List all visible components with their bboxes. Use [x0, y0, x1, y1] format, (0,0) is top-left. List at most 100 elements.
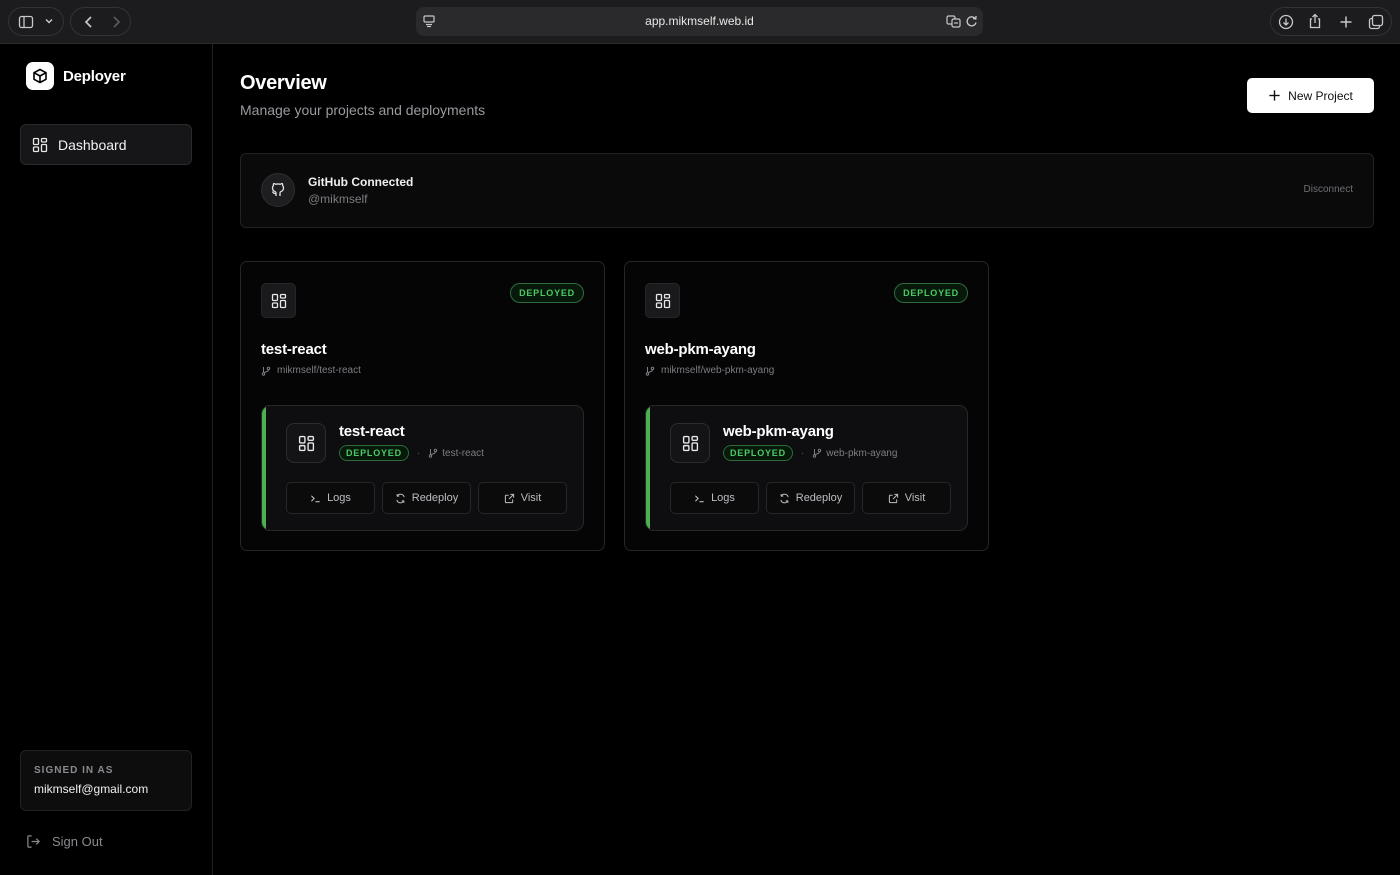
plus-icon [1268, 89, 1281, 102]
disconnect-button[interactable]: Disconnect [1304, 184, 1353, 195]
sign-out-label: Sign Out [52, 833, 103, 849]
external-link-icon [504, 493, 515, 504]
share-icon[interactable] [1307, 13, 1323, 29]
url-text[interactable]: app.mikmself.web.id [416, 14, 983, 28]
redeploy-button[interactable]: Redeploy [766, 482, 855, 514]
forward-arrow-icon[interactable] [108, 14, 124, 30]
brand-logo [26, 62, 54, 90]
visit-label: Visit [904, 492, 926, 504]
github-avatar [261, 173, 295, 207]
project-card[interactable]: DEPLOYED test-react mikmself/test-react … [240, 261, 605, 551]
meta-separator: · [416, 447, 421, 459]
project-name[interactable]: web-pkm-ayang [645, 341, 756, 358]
browser-toolbar: app.mikmself.web.id [0, 0, 1400, 44]
dashboard-icon [298, 435, 315, 452]
sign-out-button[interactable]: Sign Out [26, 832, 103, 850]
deployment-name: web-pkm-ayang [723, 423, 834, 440]
terminal-icon [694, 493, 705, 504]
git-branch-icon [261, 366, 271, 376]
dashboard-icon [682, 435, 699, 452]
git-branch-icon [428, 448, 438, 458]
project-name[interactable]: test-react [261, 341, 327, 358]
project-icon [261, 283, 296, 318]
brand[interactable]: Deployer [26, 62, 126, 90]
back-arrow-icon[interactable] [81, 14, 97, 30]
deployment-branch: web-pkm-ayang [812, 448, 897, 459]
signed-in-caption: SIGNED IN AS [34, 765, 114, 776]
visit-button[interactable]: Visit [862, 482, 951, 514]
status-badge: DEPLOYED [510, 283, 584, 303]
main-content: Overview Manage your projects and deploy… [214, 44, 1400, 875]
redeploy-button[interactable]: Redeploy [382, 482, 471, 514]
browser-actions-group [1270, 7, 1392, 36]
chevron-down-icon[interactable] [43, 15, 55, 27]
dashboard-icon [32, 137, 48, 153]
redeploy-label: Redeploy [411, 492, 459, 504]
account-email: mikmself@gmail.com [34, 782, 149, 796]
new-project-button[interactable]: New Project [1247, 78, 1374, 113]
deployment-actions: Logs Redeploy Visit [286, 482, 567, 514]
dashboard-icon [655, 293, 671, 309]
deployment-status-bar [262, 406, 266, 530]
project-repo: mikmself/web-pkm-ayang [645, 365, 774, 376]
deployment-meta: DEPLOYED · web-pkm-ayang [723, 444, 897, 462]
meta-separator: · [800, 447, 805, 459]
sidebar-toggle-icon[interactable] [18, 14, 34, 30]
page-title: Overview [240, 72, 327, 94]
dashboard-icon [271, 293, 287, 309]
translate-icon[interactable] [946, 14, 961, 28]
deployment-panel: test-react DEPLOYED · test-react Logs Re… [261, 405, 584, 531]
account-box: SIGNED IN AS mikmself@gmail.com [20, 750, 192, 811]
git-branch-icon [645, 366, 655, 376]
project-card[interactable]: DEPLOYED web-pkm-ayang mikmself/web-pkm-… [624, 261, 989, 551]
status-badge: DEPLOYED [894, 283, 968, 303]
branch-name: test-react [442, 447, 484, 459]
cube-icon [32, 68, 48, 84]
deployment-actions: Logs Redeploy Visit [670, 482, 951, 514]
deployment-branch: test-react [428, 448, 484, 459]
deployment-name: test-react [339, 423, 405, 440]
sidebar-item-label: Dashboard [58, 136, 127, 153]
deployment-meta: DEPLOYED · test-react [339, 444, 484, 462]
terminal-icon [310, 493, 321, 504]
project-repo: mikmself/test-react [261, 365, 361, 376]
external-link-icon [888, 493, 899, 504]
new-project-label: New Project [1288, 88, 1353, 103]
github-username: @mikmself [308, 192, 368, 206]
repo-name: mikmself/web-pkm-ayang [661, 365, 775, 376]
logs-label: Logs [327, 492, 351, 504]
sign-out-icon [26, 834, 41, 849]
logs-label: Logs [711, 492, 735, 504]
deployment-status-bar [646, 406, 650, 530]
deployment-icon [286, 423, 326, 463]
github-connection-card: GitHub Connected @mikmself Disconnect [240, 153, 1374, 228]
sidebar: Deployer Dashboard SIGNED IN AS mikmself… [0, 44, 213, 875]
refresh-icon [395, 493, 406, 504]
logs-button[interactable]: Logs [670, 482, 759, 514]
branch-name: web-pkm-ayang [826, 447, 898, 459]
github-icon [270, 182, 286, 198]
download-icon[interactable] [1278, 14, 1294, 30]
sidebar-item-dashboard[interactable]: Dashboard [20, 124, 192, 165]
redeploy-label: Redeploy [795, 492, 843, 504]
refresh-icon [779, 493, 790, 504]
visit-label: Visit [520, 492, 542, 504]
status-badge: DEPLOYED [339, 445, 409, 461]
reload-icon[interactable] [965, 14, 978, 28]
sidebar-toggle-group[interactable] [8, 7, 64, 36]
address-bar[interactable]: app.mikmself.web.id [416, 7, 983, 36]
deployment-panel: web-pkm-ayang DEPLOYED · web-pkm-ayang L… [645, 405, 968, 531]
status-badge: DEPLOYED [723, 445, 793, 461]
deployment-icon [670, 423, 710, 463]
page-subtitle: Manage your projects and deployments [240, 102, 486, 118]
project-icon [645, 283, 680, 318]
history-nav-group [70, 7, 131, 36]
tab-overview-icon[interactable] [1368, 14, 1384, 30]
git-branch-icon [812, 448, 822, 458]
logs-button[interactable]: Logs [286, 482, 375, 514]
github-status-title: GitHub Connected [308, 175, 414, 189]
visit-button[interactable]: Visit [478, 482, 567, 514]
brand-name: Deployer [63, 67, 126, 85]
new-tab-icon[interactable] [1338, 14, 1354, 30]
repo-name: mikmself/test-react [277, 365, 361, 376]
